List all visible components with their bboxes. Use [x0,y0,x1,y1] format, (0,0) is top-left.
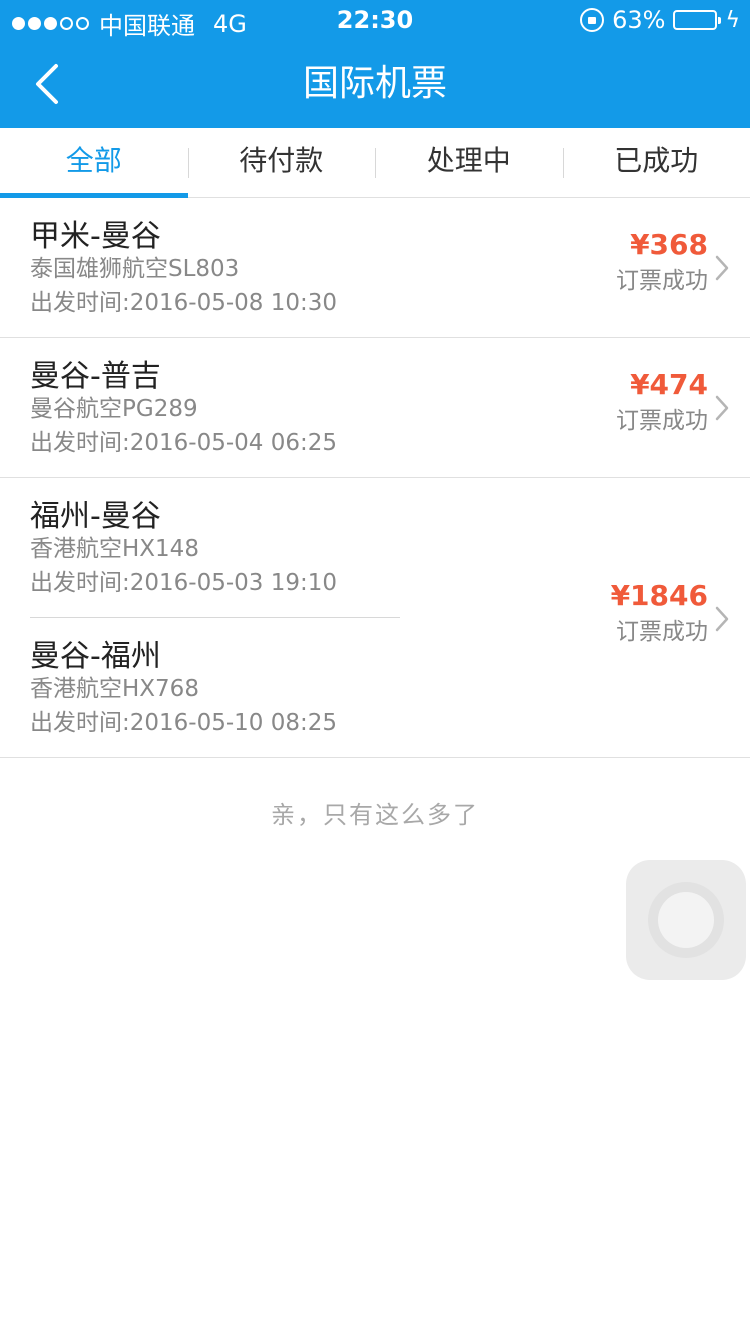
airline-flight: 香港航空HX768 [30,676,199,702]
price-status: ¥1846 订票成功 [611,579,708,649]
charging-bolt-icon: ϟ [725,7,740,33]
airline-flight: 香港航空HX148 [30,536,199,562]
route-title: 曼谷-普吉 [30,359,161,394]
order-item[interactable]: 甲米-曼谷 泰国雄狮航空SL803 出发时间:2016-05-08 10:30 … [0,198,750,338]
tab-pending-payment[interactable]: 待付款 [187,128,376,197]
nav-bar: 国际机票 [0,40,750,128]
order-status: 订票成功 [616,619,708,645]
battery-icon [673,10,722,30]
order-status: 订票成功 [616,408,708,434]
order-filter-tabs: 全部 待付款 处理中 已成功 [0,128,750,198]
page-title: 国际机票 [302,63,447,104]
departure-time: 出发时间:2016-05-04 06:25 [30,430,338,456]
app-header: 中国联通 4G 22:30 63% ϟ 国际机票 [0,0,750,128]
assistive-touch-button[interactable] [626,860,746,980]
status-bar: 中国联通 4G 22:30 63% ϟ [0,0,750,40]
end-of-list-note: 亲，只有这么多了 [271,801,479,829]
route-title: 福州-曼谷 [30,499,161,534]
chevron-right-icon [715,606,729,632]
tab-all[interactable]: 全部 [0,128,188,198]
tab-processing[interactable]: 处理中 [375,128,563,197]
order-price: ¥1846 [610,579,708,612]
route-title: 甲米-曼谷 [30,219,161,254]
order-status: 订票成功 [616,268,708,294]
order-item[interactable]: 曼谷-普吉 曼谷航空PG289 出发时间:2016-05-04 06:25 ¥4… [0,338,750,478]
order-item[interactable]: 福州-曼谷 香港航空HX148 出发时间:2016-05-03 19:10 曼谷… [0,478,750,758]
departure-time: 出发时间:2016-05-08 10:30 [30,290,338,316]
price-status: ¥368 订票成功 [616,228,708,298]
assistive-touch-core [658,892,714,948]
battery-percent: 63% [612,6,666,34]
rotation-lock-icon [580,8,605,32]
price-status: ¥474 订票成功 [616,368,708,438]
chevron-right-icon [715,255,729,281]
departure-time: 出发时间:2016-05-10 08:25 [30,710,338,736]
tab-succeeded[interactable]: 已成功 [562,128,750,197]
departure-time: 出发时间:2016-05-03 19:10 [30,570,338,596]
order-price: ¥368 [630,228,708,261]
chevron-right-icon [715,395,729,421]
order-price: ¥474 [630,368,708,401]
airline-flight: 泰国雄狮航空SL803 [30,256,240,282]
route-title: 曼谷-福州 [30,639,161,674]
airline-flight: 曼谷航空PG289 [30,396,198,422]
